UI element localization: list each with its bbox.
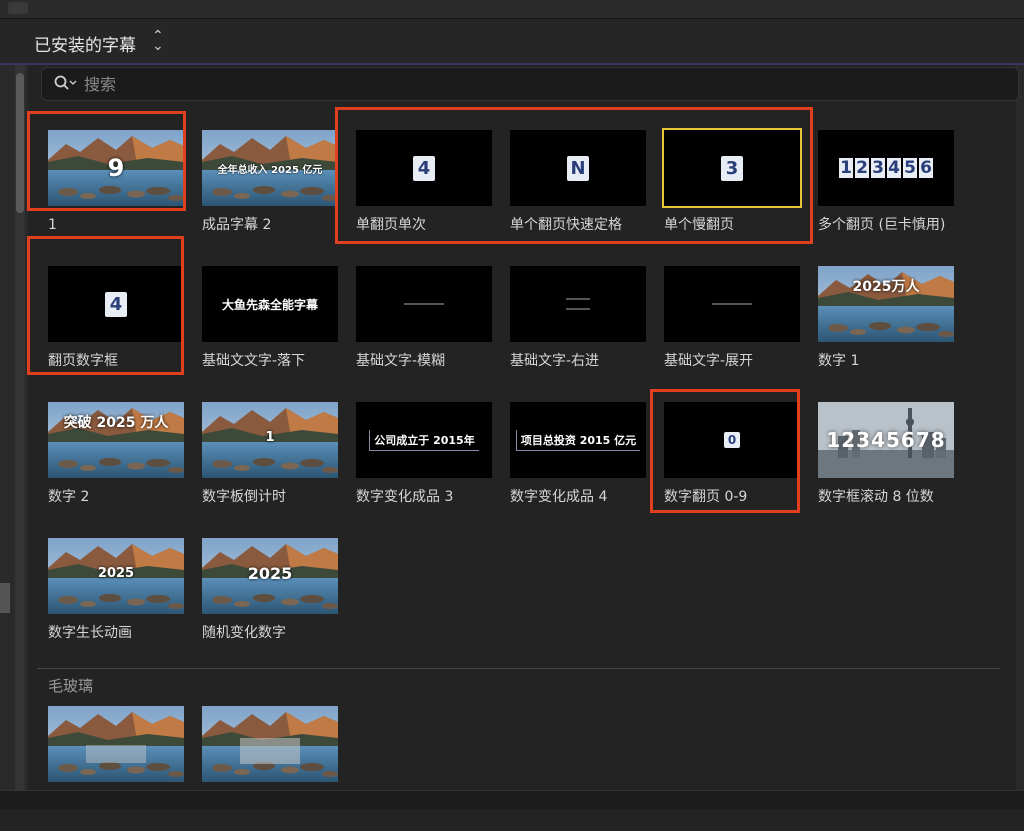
title-thumbnail[interactable]: [202, 706, 338, 782]
title-thumbnail[interactable]: [664, 266, 800, 342]
library-title[interactable]: 已安装的字幕: [34, 31, 136, 56]
title-item-label: 数字板倒计时: [202, 489, 286, 505]
title-item[interactable]: 基础文字-右进: [510, 266, 660, 391]
title-item[interactable]: 基础文字-展开: [664, 266, 814, 391]
title-thumbnail[interactable]: [510, 266, 646, 342]
left-gutter: [0, 65, 28, 808]
title-item[interactable]: N 单个翻页快速定格: [510, 130, 660, 255]
title-item[interactable]: 4 翻页数字框: [48, 266, 198, 391]
title-item-label: 单个翻页快速定格: [510, 217, 622, 233]
search-input[interactable]: [82, 71, 986, 97]
title-item-label: 翻页数字框: [48, 353, 118, 369]
title-thumbnail[interactable]: 项目总投资 2015 亿元: [510, 402, 646, 478]
title-item[interactable]: 全年总收入 2025 亿元成品字幕 2: [202, 130, 352, 255]
title-item-label: 数字翻页 0-9: [664, 489, 748, 505]
updown-chevron-icon[interactable]: ⌃ ⌄: [152, 29, 164, 53]
title-item-label: 基础文字-模糊: [356, 353, 446, 369]
title-thumbnail[interactable]: N: [510, 130, 646, 206]
title-item-label: 数字 2: [48, 489, 90, 505]
section-divider: [37, 668, 1000, 669]
title-item-label: 单翻页单次: [356, 217, 426, 233]
bottom-bar: [0, 790, 1024, 809]
title-thumbnail[interactable]: [356, 266, 492, 342]
title-item-label: 基础文字-右进: [510, 353, 600, 369]
title-thumbnail[interactable]: 0: [664, 402, 800, 478]
title-thumbnail[interactable]: [48, 706, 184, 782]
title-item[interactable]: 4 单翻页单次: [356, 130, 506, 255]
title-item[interactable]: 91: [48, 130, 198, 255]
right-edge: [1016, 65, 1024, 790]
title-item[interactable]: 项目总投资 2015 亿元数字变化成品 4: [510, 402, 660, 527]
title-thumbnail[interactable]: 123456: [818, 130, 954, 206]
title-thumbnail[interactable]: 3: [662, 128, 802, 208]
search-icon[interactable]: [54, 75, 70, 91]
title-thumbnail[interactable]: 突破 2025 万人: [48, 402, 184, 478]
title-thumbnail[interactable]: 4: [48, 266, 184, 342]
title-item[interactable]: 12345678 数字框滚动 8 位数: [818, 402, 968, 527]
title-item-label: 成品字幕 2: [202, 217, 272, 233]
title-item[interactable]: 突破 2025 万人数字 2: [48, 402, 198, 527]
title-item[interactable]: 大鱼先森全能字幕基础文文字-落下: [202, 266, 352, 391]
title-item[interactable]: 公司成立于 2015年数字变化成品 3: [356, 402, 506, 527]
title-item[interactable]: 3 单个慢翻页: [662, 128, 814, 255]
title-thumbnail[interactable]: 12345678: [818, 402, 954, 478]
title-thumbnail[interactable]: 2025: [202, 538, 338, 614]
title-thumbnail[interactable]: 2025万人: [818, 266, 954, 342]
title-item-label: 数字生长动画: [48, 625, 132, 641]
title-thumbnail[interactable]: 9: [48, 130, 184, 206]
title-item-label: 数字框滚动 8 位数: [818, 489, 934, 505]
title-thumbnail[interactable]: 4: [356, 130, 492, 206]
title-item[interactable]: [48, 706, 198, 831]
title-item-label: 多个翻页 (巨卡慎用): [818, 217, 946, 233]
search-options-chevron-icon[interactable]: [69, 80, 77, 86]
title-item[interactable]: [202, 706, 352, 831]
search-bar: [41, 67, 1019, 101]
title-item[interactable]: 2025 随机变化数字: [202, 538, 352, 663]
browser-header: 已安装的字幕 ⌃ ⌄: [0, 19, 1024, 65]
section-title-frosted-glass: 毛玻璃: [48, 677, 94, 695]
title-item[interactable]: 0 数字翻页 0-9: [664, 402, 814, 527]
title-item-label: 单个慢翻页: [664, 217, 734, 233]
title-item-label: 1: [48, 217, 57, 233]
title-item-label: 数字变化成品 4: [510, 489, 608, 505]
window-control[interactable]: [8, 2, 28, 14]
title-thumbnail[interactable]: 2025: [48, 538, 184, 614]
side-tab[interactable]: [0, 583, 10, 613]
window-top-bar: [0, 0, 1024, 19]
title-item-label: 基础文字-展开: [664, 353, 754, 369]
title-item[interactable]: 2025万人数字 1: [818, 266, 968, 391]
title-item[interactable]: 基础文字-模糊: [356, 266, 506, 391]
title-item-label: 数字 1: [818, 353, 860, 369]
title-thumbnail[interactable]: 大鱼先森全能字幕: [202, 266, 338, 342]
title-thumbnail[interactable]: 公司成立于 2015年: [356, 402, 492, 478]
title-thumbnail[interactable]: 全年总收入 2025 亿元: [202, 130, 338, 206]
title-item-label: 随机变化数字: [202, 625, 286, 641]
title-item[interactable]: 1 2 3 4 5 6 多个翻页 (巨卡慎用): [818, 130, 968, 255]
title-item[interactable]: 2025 数字生长动画: [48, 538, 198, 663]
title-thumbnail[interactable]: 1: [202, 402, 338, 478]
title-item-label: 基础文文字-落下: [202, 353, 306, 369]
scrollbar-thumb[interactable]: [16, 73, 24, 213]
title-item-label: 数字变化成品 3: [356, 489, 454, 505]
title-item[interactable]: 1 数字板倒计时: [202, 402, 352, 527]
